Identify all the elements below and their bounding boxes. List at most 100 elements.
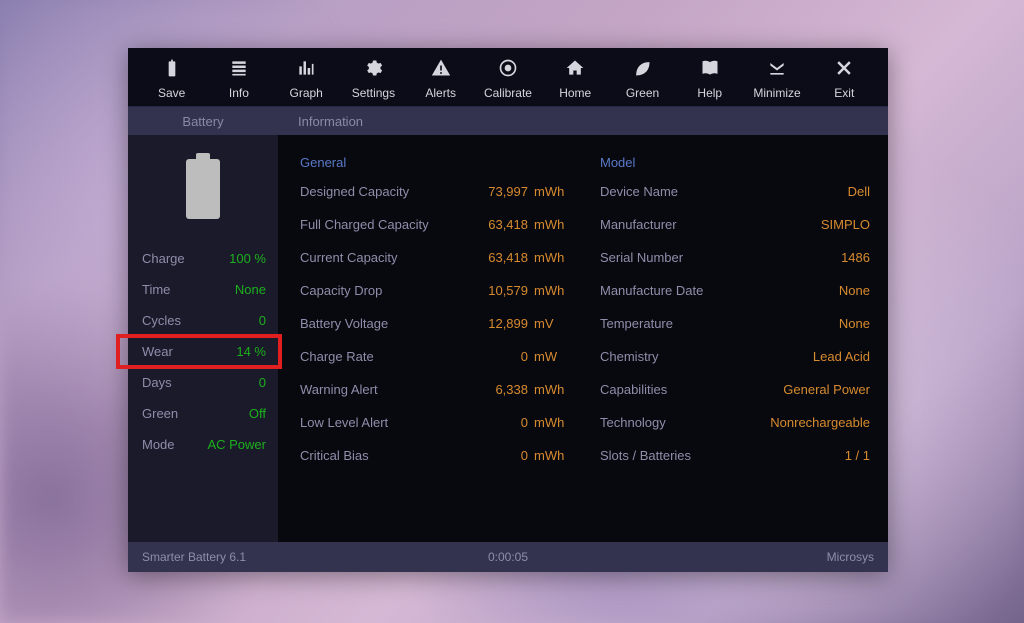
data-value: None xyxy=(839,283,870,298)
data-unit: mWh xyxy=(534,184,570,199)
toolbar-label: Save xyxy=(158,86,185,100)
data-key: Temperature xyxy=(600,316,673,331)
data-key: Manufacturer xyxy=(600,217,677,232)
info-button[interactable]: Info xyxy=(205,56,272,100)
data-row: Current Capacity63,418mWh xyxy=(300,250,570,265)
stat-row-cycles: Cycles0 xyxy=(128,305,278,336)
data-row: Capacity Drop 10,579 mWh xyxy=(300,283,570,298)
data-key: Full Charged Capacity xyxy=(300,217,429,232)
toolbar-label: Help xyxy=(697,86,722,100)
stat-label: Wear xyxy=(142,344,173,359)
data-key: Manufacture Date xyxy=(600,283,703,298)
data-value: 0 xyxy=(474,448,528,463)
toolbar: Save Info Graph Settings Alerts Calibrate Home… xyxy=(128,48,888,107)
stat-label: Charge xyxy=(142,251,185,266)
status-vendor: Microsys xyxy=(827,550,874,564)
data-key: Chemistry xyxy=(600,349,659,364)
alerts-button[interactable]: Alerts xyxy=(407,56,474,100)
model-title: Model xyxy=(600,155,870,170)
battery-icon xyxy=(160,56,184,80)
exit-button[interactable]: Exit xyxy=(811,56,878,100)
toolbar-label: Alerts xyxy=(425,86,456,100)
data-row: Battery Voltage 12,899 mV xyxy=(300,316,570,331)
toolbar-label: Settings xyxy=(352,86,395,100)
tab-bar: Battery Information xyxy=(128,107,888,135)
tab-battery[interactable]: Battery xyxy=(128,107,278,135)
data-key: Technology xyxy=(600,415,666,430)
stat-row-mode: Mode AC Power xyxy=(128,429,278,460)
data-row: ManufacturerSIMPLO xyxy=(600,217,870,232)
status-elapsed: 0:00:05 xyxy=(488,550,528,564)
data-value: 12,899 xyxy=(474,316,528,331)
data-row: Slots / Batteries 1 / 1 xyxy=(600,448,870,463)
data-key: Designed Capacity xyxy=(300,184,409,199)
general-title: General xyxy=(300,155,570,170)
status-bar: Smarter Battery 6.1 0:00:05 Microsys xyxy=(128,542,888,572)
home-icon xyxy=(563,56,587,80)
data-row: Critical Bias0mWh xyxy=(300,448,570,463)
stat-row-charge: Charge100 % xyxy=(128,243,278,274)
data-value: 63,418 xyxy=(474,217,528,232)
data-row: Charge Rate0mW xyxy=(300,349,570,364)
battery-level-icon xyxy=(128,145,278,243)
data-row: Warning Alert6,338mWh xyxy=(300,382,570,397)
data-key: Serial Number xyxy=(600,250,683,265)
data-key: Capacity Drop xyxy=(300,283,382,298)
stat-label: Time xyxy=(142,282,170,297)
graph-button[interactable]: Graph xyxy=(273,56,340,100)
data-unit: mWh xyxy=(534,250,570,265)
data-value: 1486 xyxy=(841,250,870,265)
calibrate-button[interactable]: Calibrate xyxy=(474,56,541,100)
minimize-icon xyxy=(765,56,789,80)
data-row: Designed Capacity73,997mWh xyxy=(300,184,570,199)
data-row: Full Charged Capacity 63,418 mWh xyxy=(300,217,570,232)
model-column: Model Device NameDell ManufacturerSIMPLO S… xyxy=(600,155,870,532)
data-value: 10,579 xyxy=(474,283,528,298)
data-row: Low Level Alert0mWh xyxy=(300,415,570,430)
stat-value: Off xyxy=(249,406,266,421)
home-button[interactable]: Home xyxy=(542,56,609,100)
help-button[interactable]: Help xyxy=(676,56,743,100)
toolbar-label: Info xyxy=(229,86,249,100)
data-unit: mV xyxy=(534,316,570,331)
data-unit: mWh xyxy=(534,283,570,298)
data-row: Device NameDell xyxy=(600,184,870,199)
stat-value: AC Power xyxy=(207,437,266,452)
stat-label: Cycles xyxy=(142,313,181,328)
save-button[interactable]: Save xyxy=(138,56,205,100)
data-unit: mWh xyxy=(534,217,570,232)
stat-row-wear: Wear14 % xyxy=(118,336,280,367)
green-button[interactable]: Green xyxy=(609,56,676,100)
data-row: Manufacture Date None xyxy=(600,283,870,298)
stat-label: Days xyxy=(142,375,172,390)
settings-button[interactable]: Settings xyxy=(340,56,407,100)
data-value: 6,338 xyxy=(474,382,528,397)
stat-value: None xyxy=(235,282,266,297)
stat-label: Mode xyxy=(142,437,175,452)
close-icon xyxy=(832,56,856,80)
data-unit: mWh xyxy=(534,415,570,430)
data-value: 0 xyxy=(474,349,528,364)
toolbar-label: Home xyxy=(559,86,591,100)
data-key: Warning Alert xyxy=(300,382,378,397)
minimize-button[interactable]: Minimize xyxy=(743,56,810,100)
data-key: Charge Rate xyxy=(300,349,374,364)
target-icon xyxy=(496,56,520,80)
data-key: Device Name xyxy=(600,184,678,199)
tab-information[interactable]: Information xyxy=(278,107,888,135)
data-row: CapabilitiesGeneral Power xyxy=(600,382,870,397)
data-value: 1 / 1 xyxy=(845,448,870,463)
leaf-icon xyxy=(630,56,654,80)
data-key: Slots / Batteries xyxy=(600,448,691,463)
data-row: TechnologyNonrechargeable xyxy=(600,415,870,430)
gear-icon xyxy=(361,56,385,80)
data-key: Low Level Alert xyxy=(300,415,388,430)
data-key: Battery Voltage xyxy=(300,316,388,331)
warning-icon xyxy=(429,56,453,80)
data-value: Lead Acid xyxy=(813,349,870,364)
book-icon xyxy=(698,56,722,80)
data-key: Current Capacity xyxy=(300,250,398,265)
list-icon xyxy=(227,56,251,80)
data-row: Chemistry Lead Acid xyxy=(600,349,870,364)
data-value: General Power xyxy=(783,382,870,397)
